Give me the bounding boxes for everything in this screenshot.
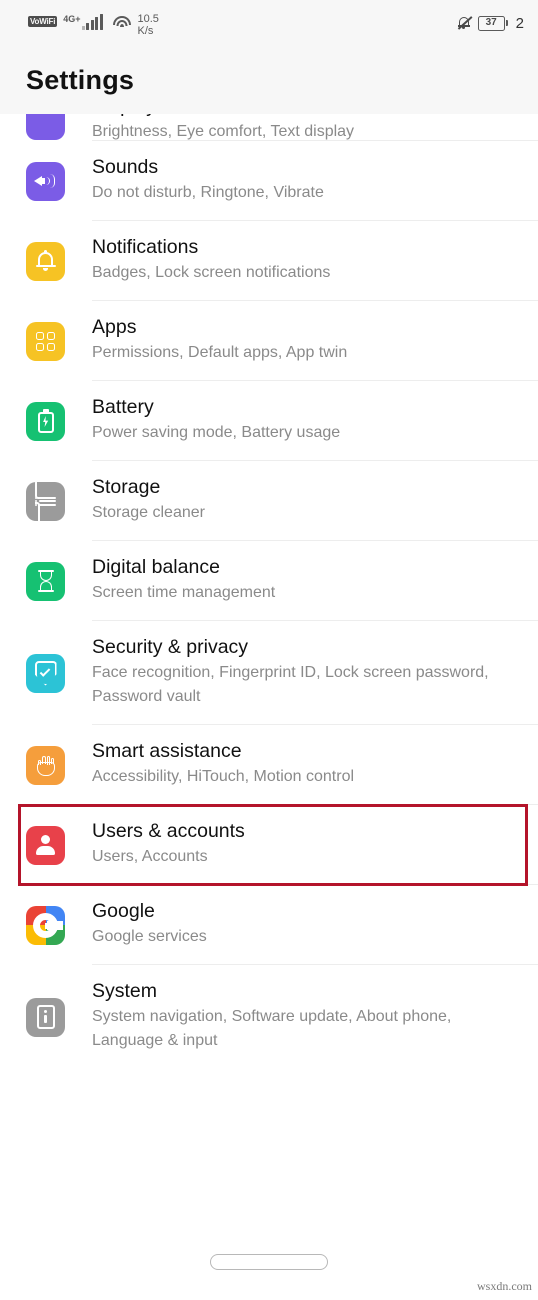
list-item-title: Digital balance — [92, 556, 220, 578]
data-speed-unit: K/s — [137, 25, 154, 37]
sidebar-item-security-privacy[interactable]: Security & privacy Face recognition, Fin… — [0, 621, 538, 724]
sidebar-item-system[interactable]: System System navigation, Software updat… — [0, 965, 538, 1068]
icon-container — [26, 739, 92, 789]
list-item-subtitle: Google services — [92, 928, 207, 945]
status-bar: VoWiFi 4G+ 10.5 K/s 37 2 — [0, 0, 538, 46]
icon-container — [26, 475, 92, 525]
gesture-nav-pill[interactable] — [210, 1254, 328, 1270]
signal-bars-icon: 4G+ — [63, 14, 103, 30]
bell-muted-icon — [457, 15, 472, 31]
shield-check-icon — [26, 653, 65, 693]
list-item-title: Sounds — [92, 156, 159, 178]
person-icon — [26, 825, 65, 865]
sidebar-item-smart-assistance[interactable]: Smart assistance Accessibility, HiTouch,… — [0, 725, 538, 804]
icon-container — [26, 155, 92, 205]
sidebar-item-notifications[interactable]: Notifications Badges, Lock screen notifi… — [0, 221, 538, 300]
status-bar-left: VoWiFi 4G+ 10.5 K/s — [28, 9, 159, 37]
storage-list-icon — [26, 481, 65, 521]
icon-container — [26, 979, 92, 1053]
google-g-icon — [26, 905, 65, 945]
sidebar-item-users-accounts[interactable]: Users & accounts Users, Accounts — [0, 805, 538, 884]
data-speed: 10.5 K/s — [138, 13, 159, 37]
hourglass-icon — [26, 561, 65, 601]
bottom-bar: wsxdn.com — [0, 1230, 538, 1300]
list-item-title: System — [92, 980, 158, 1002]
sidebar-item-google[interactable]: Google Google services — [0, 885, 538, 964]
list-item-subtitle: Accessibility, HiTouch, Motion control — [92, 768, 355, 785]
list-item-title: Users & accounts — [92, 820, 245, 842]
wifi-icon — [113, 15, 132, 31]
battery-indicator: 37 — [477, 15, 508, 31]
vowifi-badge: VoWiFi — [28, 16, 58, 27]
phone-info-icon — [26, 997, 65, 1037]
list-item-subtitle: Permissions, Default apps, App twin — [92, 344, 348, 361]
title-bar: Settings — [0, 46, 538, 114]
sidebar-item-apps[interactable]: Apps Permissions, Default apps, App twin — [0, 301, 538, 380]
list-item-subtitle: Badges, Lock screen notifications — [92, 264, 331, 281]
partial-cut-row[interactable]: Display Brightness, Eye comfort, Text di… — [0, 114, 538, 140]
list-item-title: Google — [92, 900, 155, 922]
signal-bars-glyph — [81, 14, 103, 30]
data-speed-value: 10.5 — [137, 13, 159, 25]
sidebar-item-digital-balance[interactable]: Digital balance Screen time management — [0, 541, 538, 620]
list-item-title: Notifications — [92, 236, 199, 258]
list-item-subtitle: Face recognition, Fingerprint ID, Lock s… — [92, 664, 489, 705]
watermark: wsxdn.com — [477, 1279, 532, 1293]
icon-container — [26, 315, 92, 365]
list-item[interactable]: Display Brightness, Eye comfort, Text di… — [0, 114, 538, 140]
list-item-title: Apps — [92, 316, 137, 338]
battery-bolt-icon — [26, 401, 65, 441]
list-item-title: Smart assistance — [92, 740, 242, 762]
icon-container — [26, 635, 92, 709]
list-item-title: Storage — [92, 476, 161, 498]
clock-label: 2 — [515, 14, 524, 32]
icon-container — [26, 819, 92, 869]
icon-container — [26, 899, 92, 949]
list-item-subtitle: Do not disturb, Ringtone, Vibrate — [92, 184, 324, 201]
speaker-volume-icon — [26, 161, 65, 201]
icon-container — [26, 395, 92, 445]
sidebar-item-battery[interactable]: Battery Power saving mode, Battery usage — [0, 381, 538, 460]
list-item-subtitle: Users, Accounts — [92, 848, 208, 865]
icon-container — [26, 555, 92, 605]
list-item-subtitle: System navigation, Software update, Abou… — [92, 1008, 452, 1049]
sidebar-item-sounds[interactable]: Sounds Do not disturb, Ringtone, Vibrate — [0, 141, 538, 220]
list-item-subtitle: Storage cleaner — [92, 504, 205, 521]
list-item-subtitle: Screen time management — [92, 584, 276, 601]
list-item-subtitle: Power saving mode, Battery usage — [92, 424, 341, 441]
sidebar-item-storage[interactable]: Storage Storage cleaner — [0, 461, 538, 540]
battery-level-label: 37 — [485, 17, 497, 28]
icon-container — [26, 235, 92, 285]
page-title: Settings — [26, 64, 135, 95]
hand-icon — [26, 745, 65, 785]
settings-list: Display Brightness, Eye comfort, Text di… — [0, 114, 538, 1068]
bell-icon — [26, 241, 65, 281]
list-item-title: Security & privacy — [92, 636, 249, 658]
status-bar-right: 37 2 — [457, 15, 524, 32]
app-grid-icon — [26, 321, 65, 361]
list-item-title: Battery — [92, 396, 154, 418]
network-type-label: 4G+ — [63, 14, 81, 24]
